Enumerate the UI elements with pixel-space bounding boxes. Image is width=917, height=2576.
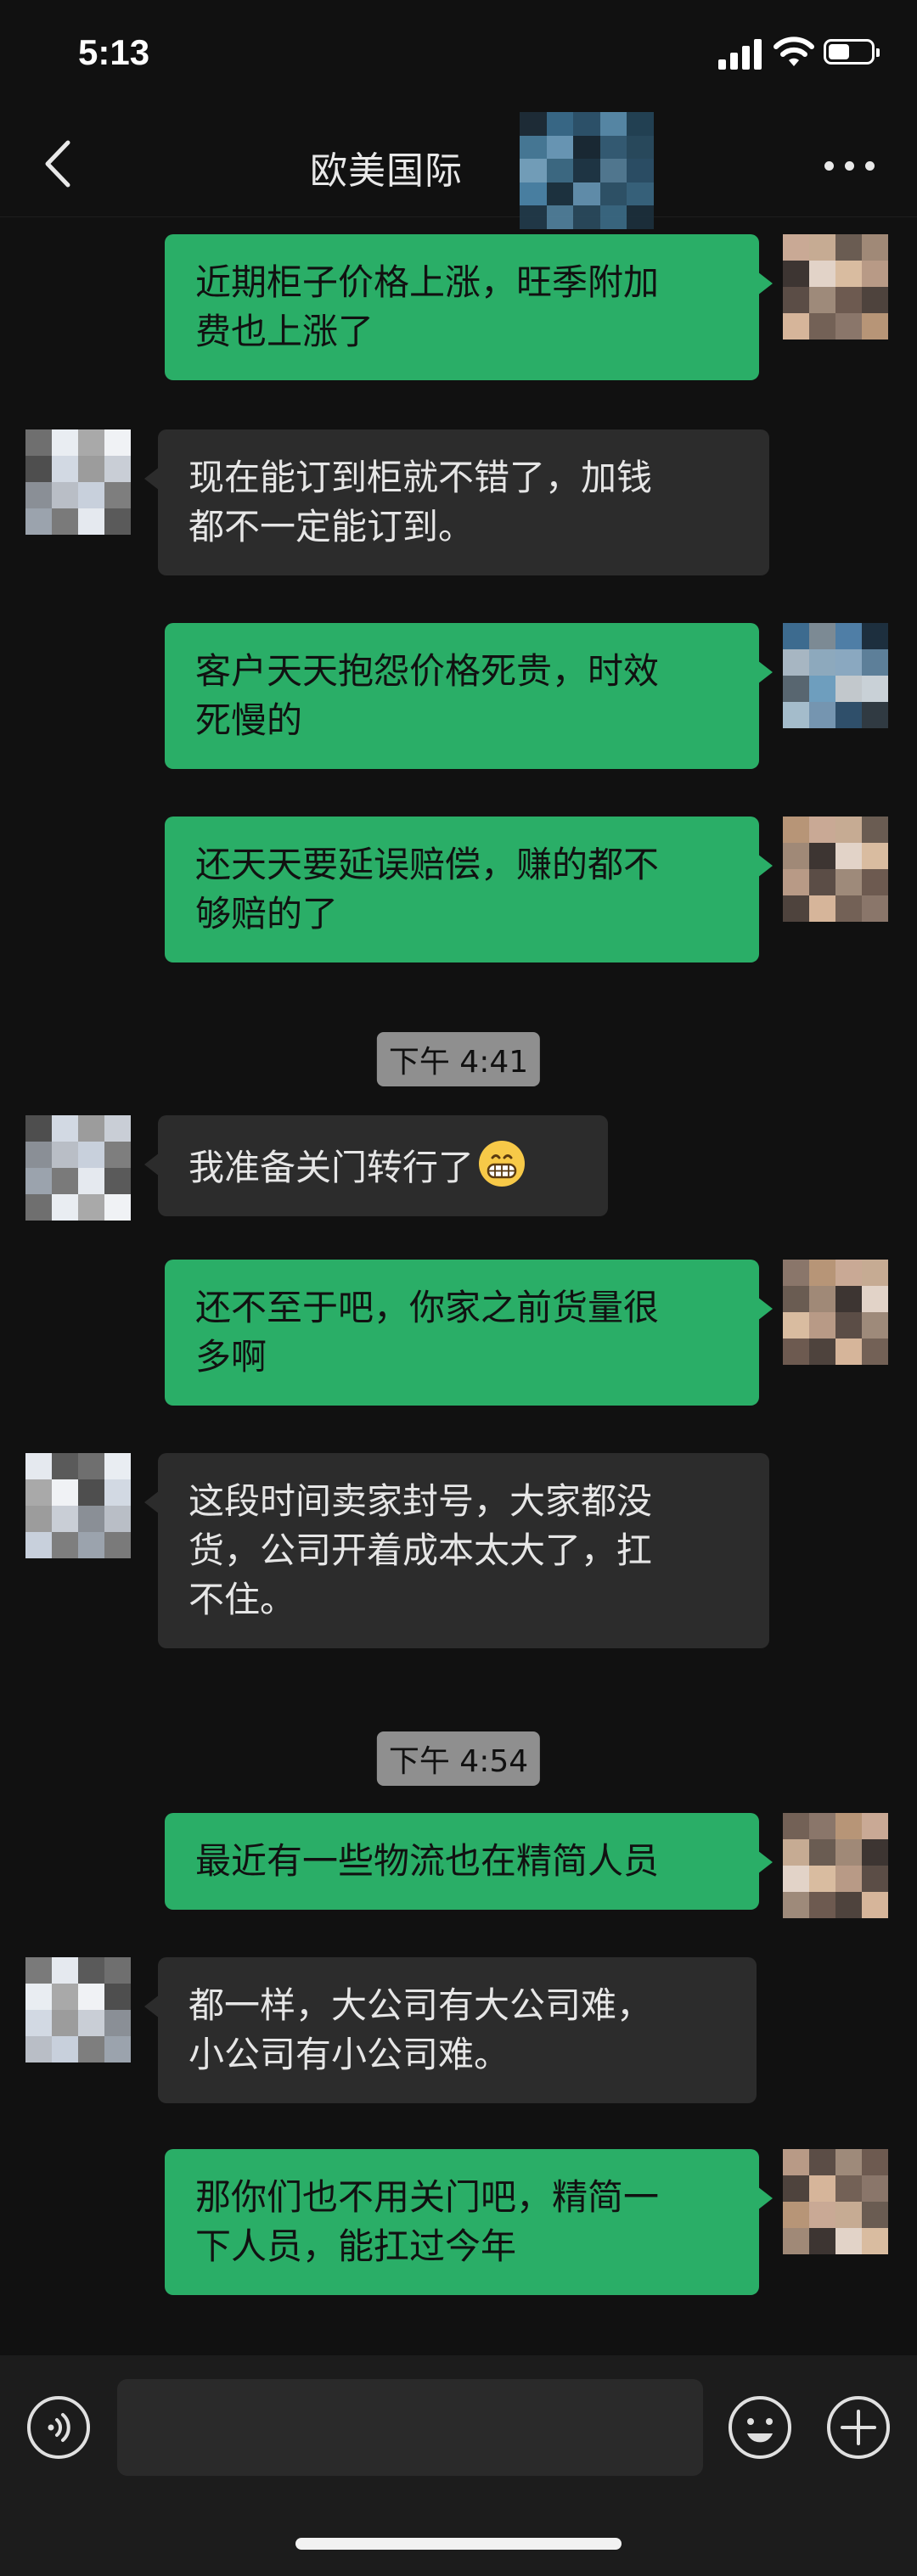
battery-icon bbox=[824, 39, 880, 65]
time-separator: 下午 4:54 bbox=[376, 1731, 541, 1786]
avatar[interactable] bbox=[783, 1260, 888, 1365]
message-bubble[interactable]: 还不至于吧，你家之前货量很 多啊 bbox=[165, 1260, 773, 1406]
avatar[interactable] bbox=[25, 429, 131, 535]
message-text-line: 死慢的 bbox=[195, 699, 303, 741]
message-text-line: 够赔的了 bbox=[195, 893, 339, 934]
message-text-line: 货，公司开着成本太大了，扛 bbox=[188, 1529, 653, 1571]
status-bar: 5:13 bbox=[0, 0, 917, 110]
message-bubble[interactable]: 都一样，大公司有大公司难， 小公司有小公司难。 bbox=[144, 1957, 757, 2103]
message-text-line: 我准备关门转行了 bbox=[188, 1147, 475, 1188]
message-text-line: 现在能订到柜就不错了，加钱 bbox=[188, 457, 653, 498]
message-text-line: 还天天要延误赔偿，赚的都不 bbox=[195, 844, 660, 885]
message-bubble[interactable]: 现在能订到柜就不错了，加钱 都不一定能订到。 bbox=[144, 429, 769, 575]
chat-header: 欧美国际 bbox=[0, 110, 917, 229]
message-bubble[interactable]: 这段时间卖家封号，大家都没 货，公司开着成本太大了，扛 不住。 bbox=[144, 1453, 769, 1648]
avatar[interactable] bbox=[783, 817, 888, 922]
message-text-line: 多啊 bbox=[195, 1336, 267, 1378]
avatar[interactable] bbox=[783, 623, 888, 728]
avatar[interactable] bbox=[783, 234, 888, 340]
voice-icon[interactable] bbox=[25, 2394, 92, 2461]
message-text-line: 最近有一些物流也在精简人员 bbox=[195, 1840, 660, 1882]
message-text-line: 不住。 bbox=[188, 1579, 296, 1620]
wifi-icon bbox=[774, 36, 814, 66]
avatar[interactable] bbox=[25, 1957, 131, 2062]
message-bubble[interactable]: 我准备关门转行了 bbox=[144, 1115, 608, 1216]
signal-icon bbox=[718, 37, 764, 70]
status-time: 5:13 bbox=[78, 32, 150, 72]
plus-icon[interactable] bbox=[825, 2394, 892, 2461]
home-indicator bbox=[295, 2538, 622, 2550]
message-bubble[interactable]: 最近有一些物流也在精简人员 bbox=[165, 1813, 773, 1910]
message-bubble[interactable]: 还天天要延误赔偿，赚的都不 够赔的了 bbox=[165, 817, 773, 962]
message-text-line: 下人员，能扛过今年 bbox=[195, 2225, 517, 2267]
chat-message-list[interactable]: 近期柜子价格上涨，旺季附加 费也上涨了现在能订到柜就不错了，加钱 都不一定能订到。客… bbox=[0, 217, 917, 2356]
avatar[interactable] bbox=[25, 1115, 131, 1221]
message-bubble[interactable]: 近期柜子价格上涨，旺季附加 费也上涨了 bbox=[165, 234, 773, 380]
more-dots-icon[interactable] bbox=[819, 144, 879, 187]
message-text-line: 费也上涨了 bbox=[195, 311, 374, 352]
message-input[interactable] bbox=[117, 2379, 703, 2476]
message-text-line: 小公司有小公司难。 bbox=[188, 2034, 510, 2075]
chevron-left-icon[interactable] bbox=[34, 136, 85, 192]
emoji-icon[interactable] bbox=[727, 2394, 793, 2461]
message-text-line: 近期柜子价格上涨，旺季附加 bbox=[195, 261, 660, 303]
avatar[interactable] bbox=[783, 2149, 888, 2254]
message-text-line: 客户天天抱怨价格死贵，时效 bbox=[195, 650, 660, 692]
message-text-line: 都一样，大公司有大公司难， bbox=[188, 1984, 653, 2026]
time-separator: 下午 4:41 bbox=[376, 1032, 541, 1086]
grinning-face-icon bbox=[479, 1141, 526, 1187]
message-text-line: 这段时间卖家封号，大家都没 bbox=[188, 1480, 653, 1522]
message-bubble[interactable]: 客户天天抱怨价格死贵，时效 死慢的 bbox=[165, 623, 773, 769]
chat-title: 欧美国际 bbox=[310, 149, 463, 193]
message-text-line: 还不至于吧，你家之前货量很 bbox=[195, 1287, 660, 1328]
avatar[interactable] bbox=[25, 1453, 131, 1558]
blurred-title-image bbox=[520, 112, 654, 229]
avatar[interactable] bbox=[783, 1813, 888, 1918]
message-text-line: 那你们也不用关门吧，精简一 bbox=[195, 2176, 660, 2218]
message-text-line: 都不一定能订到。 bbox=[188, 506, 475, 547]
message-bubble[interactable]: 那你们也不用关门吧，精简一 下人员，能扛过今年 bbox=[165, 2149, 773, 2295]
